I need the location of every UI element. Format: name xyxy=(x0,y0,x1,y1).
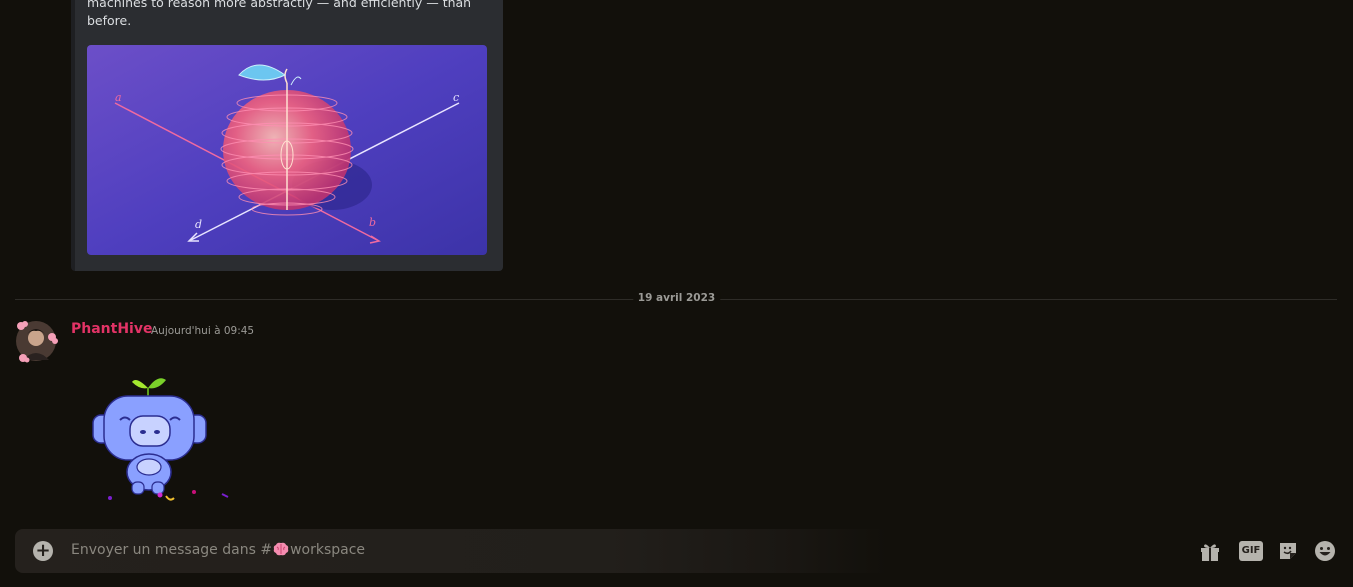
message-input[interactable]: Envoyer un message dans # workspace xyxy=(71,542,365,561)
link-embed: machines to reason more abstractly — and… xyxy=(71,0,503,271)
channel-name: workspace xyxy=(290,542,366,558)
apple-illustration: a c d b xyxy=(87,45,487,255)
axis-label-b: b xyxy=(369,216,376,229)
sticker-icon[interactable] xyxy=(1277,540,1299,562)
emoji-icon[interactable] xyxy=(1314,540,1336,562)
avatar[interactable] xyxy=(15,320,58,363)
message-composer: + Envoyer un message dans # workspace GIF xyxy=(15,529,1338,573)
input-placeholder-prefix: Envoyer un message dans # xyxy=(71,542,273,558)
axis-label-a: a xyxy=(115,91,122,104)
embed-image[interactable]: a c d b xyxy=(87,45,487,255)
wumpus-sticker xyxy=(88,372,238,507)
message-author[interactable]: PhantHive xyxy=(71,321,152,337)
brain-icon xyxy=(273,542,289,561)
axis-label-d: d xyxy=(195,218,202,231)
gift-icon[interactable] xyxy=(1199,540,1221,562)
embed-description: machines to reason more abstractly — and… xyxy=(87,0,472,28)
axis-label-c: c xyxy=(453,91,459,104)
date-divider-label: 19 avril 2023 xyxy=(632,292,721,304)
add-attachment-button[interactable]: + xyxy=(33,541,53,561)
message-timestamp: Aujourd'hui à 09:45 xyxy=(151,325,255,337)
gif-button[interactable]: GIF xyxy=(1239,541,1263,561)
